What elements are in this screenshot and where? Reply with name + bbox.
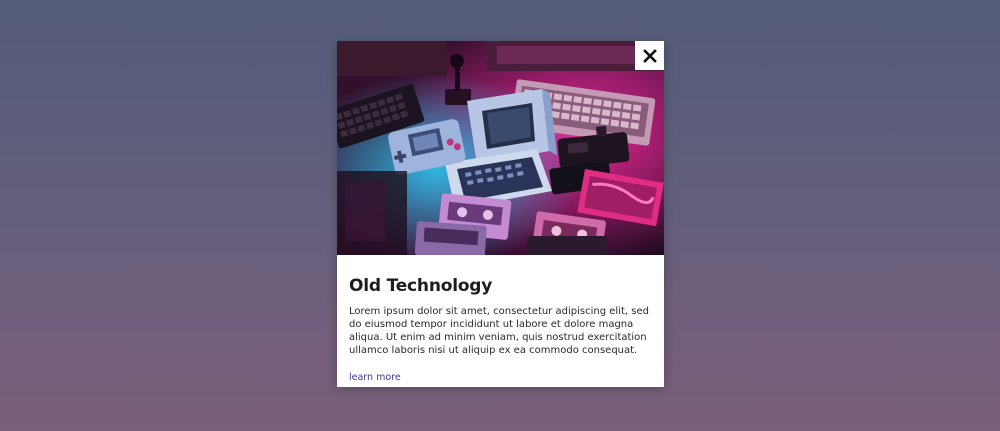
close-icon: [642, 48, 657, 63]
card-title: Old Technology: [349, 276, 493, 296]
modal-card: Old Technology Lorem ipsum dolor sit ame…: [337, 41, 664, 387]
learn-more-link[interactable]: learn more: [349, 372, 401, 383]
card-description: Lorem ipsum dolor sit amet, consectetur …: [349, 306, 649, 356]
close-button[interactable]: [635, 41, 664, 70]
hero-image: [337, 41, 664, 255]
card-content: Old Technology Lorem ipsum dolor sit ame…: [349, 275, 652, 384]
